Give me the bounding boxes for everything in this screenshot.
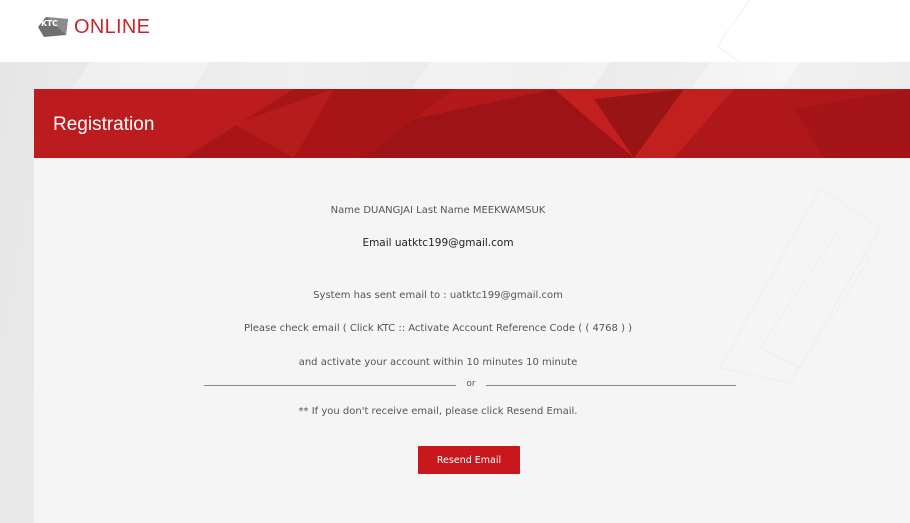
or-divider: or: [204, 377, 736, 391]
or-label: or: [466, 379, 476, 389]
logo-text: ONLINE: [74, 16, 151, 38]
sent-text: System has sent email to : uatktc199@gma…: [313, 290, 563, 301]
check-email-text: Please check email ( Click KTC :: Activa…: [243, 323, 633, 334]
divider-right: [486, 385, 736, 386]
ktc-online-logo[interactable]: KTC ONLINE: [36, 14, 150, 40]
sent-line: System has sent email to : uatktc199@gma…: [0, 289, 876, 303]
card-texture: [719, 187, 881, 384]
resend-hint-line: ** If you don't receive email, please cl…: [0, 405, 876, 419]
top-header: KTC ONLINE: [0, 0, 910, 62]
banner-pattern: [34, 89, 910, 158]
activate-line: and activate your account within 10 minu…: [0, 356, 876, 370]
check-email-line: Please check email ( Click KTC :: Activa…: [0, 322, 876, 336]
email-text: Email uatktc199@gmail.com: [362, 237, 514, 249]
email-line: Email uatktc199@gmail.com: [0, 236, 876, 250]
registration-banner: Registration: [34, 89, 910, 158]
activate-text: and activate your account within 10 minu…: [298, 357, 578, 368]
header-decoration: [716, 0, 910, 62]
page-title: Registration: [53, 114, 155, 135]
logo-mark-text: KTC: [41, 19, 58, 28]
name-text: Name DUANGJAI Last Name MEEKWAMSUK: [330, 205, 546, 216]
divider-left: [204, 385, 456, 386]
resend-hint-text: ** If you don't receive email, please cl…: [298, 406, 578, 417]
ktc-logo-icon: KTC: [36, 15, 70, 39]
name-line: Name DUANGJAI Last Name MEEKWAMSUK: [0, 204, 876, 218]
resend-email-button[interactable]: Resend Email: [418, 446, 520, 474]
